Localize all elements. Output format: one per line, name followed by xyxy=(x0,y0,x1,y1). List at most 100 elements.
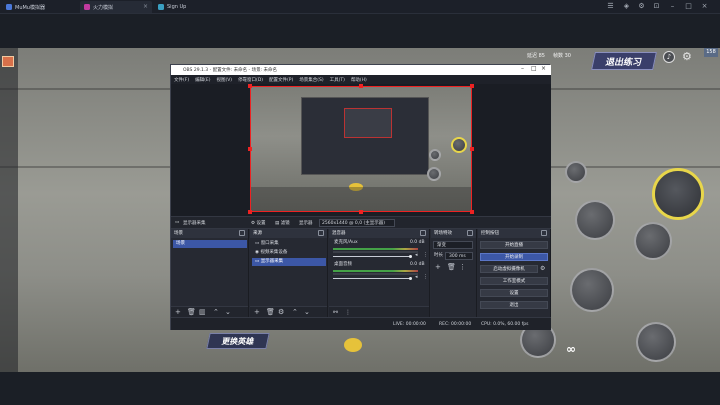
menu-docks[interactable]: 停靠窗口(D) xyxy=(238,77,263,83)
move-down-icon[interactable]: ⌄ xyxy=(304,308,310,317)
emote-button[interactable] xyxy=(565,161,587,183)
exit-practice-button[interactable]: 退出练习 xyxy=(591,52,657,70)
menu-icon[interactable]: ☰ xyxy=(606,2,615,11)
nested-attack-icon xyxy=(427,167,441,181)
trash-icon[interactable]: 🗑 xyxy=(447,263,456,272)
close-window-icon[interactable]: × xyxy=(700,2,709,11)
undock-icon[interactable] xyxy=(467,230,473,236)
menu-file[interactable]: 文件(F) xyxy=(174,77,189,83)
tab-game[interactable]: 火力模拟 × xyxy=(80,1,152,13)
duration-input[interactable]: 300 ms xyxy=(445,252,473,260)
volume-slider[interactable] xyxy=(333,256,411,257)
move-up-icon[interactable]: ⌃ xyxy=(292,308,298,317)
studio-mode-button[interactable]: 工作室模式 xyxy=(480,277,548,285)
menu-profile[interactable]: 配置文件(P) xyxy=(269,77,293,83)
obs-window[interactable]: OBS 29.1.3 - 配置文件: 未命名 - 场景: 未命名 – □ × 文… xyxy=(170,64,551,330)
nested-ult-icon xyxy=(451,137,467,153)
source-item[interactable]: ▭ 窗口采集 xyxy=(252,240,326,248)
undock-icon[interactable] xyxy=(541,230,547,236)
exit-practice-label: 退出练习 xyxy=(604,57,643,68)
minimize-icon[interactable]: – xyxy=(668,2,677,11)
dash-button[interactable] xyxy=(636,322,676,362)
pin-icon[interactable]: ⊡ xyxy=(652,2,661,11)
volume-knob[interactable] xyxy=(409,277,412,280)
tab-mumu[interactable]: MuMu模拟器 xyxy=(2,1,70,13)
mixer-channel-db: 0.0 dB xyxy=(410,262,425,267)
volume-meter xyxy=(333,270,418,272)
infinity-ammo: ∞ xyxy=(566,342,576,356)
source-item[interactable]: ▭ 显示器采集 xyxy=(252,258,326,266)
avatar[interactable] xyxy=(2,56,14,67)
close-icon[interactable]: × xyxy=(541,65,546,72)
trash-icon[interactable]: 🗑 xyxy=(187,308,196,317)
resize-handle[interactable] xyxy=(470,84,474,88)
gear-icon[interactable]: ⚙ xyxy=(278,308,284,317)
source-item-label: 显示器采集 xyxy=(260,259,284,264)
menu-edit[interactable]: 编辑(E) xyxy=(195,77,210,83)
resize-handle[interactable] xyxy=(359,210,363,214)
swap-hero-button[interactable]: 更换英雄 xyxy=(206,333,270,349)
display-select[interactable]: 2560x1440 @ 0,0 (主显示器) xyxy=(319,219,395,227)
menu-view[interactable]: 视图(V) xyxy=(216,77,232,83)
mic-icon[interactable]: ♪ xyxy=(663,51,675,63)
resize-handle[interactable] xyxy=(248,147,252,151)
more-icon[interactable]: ⋮ xyxy=(423,251,428,260)
resize-handle[interactable] xyxy=(470,210,474,214)
resize-handle[interactable] xyxy=(248,210,252,214)
more-icon[interactable]: ⋮ xyxy=(423,273,428,282)
speaker-icon[interactable]: ◂ xyxy=(415,273,418,282)
settings-button[interactable]: 设置 xyxy=(480,289,548,297)
undock-icon[interactable] xyxy=(420,230,426,236)
gamepad-icon[interactable]: ◈ xyxy=(622,2,631,11)
settings-icon[interactable]: ⚙ xyxy=(637,2,646,11)
source-item[interactable]: ◉ 视频采集设备 xyxy=(252,249,326,257)
resize-handle[interactable] xyxy=(248,84,252,88)
volume-slider[interactable] xyxy=(333,278,411,279)
nested-skill-icon xyxy=(429,149,441,161)
scene-item[interactable]: 场景 xyxy=(173,240,247,248)
skill-2-button[interactable] xyxy=(634,222,672,260)
nested-obs-preview xyxy=(301,97,429,175)
filters-button[interactable]: ▤ 滤镜 xyxy=(275,220,290,226)
volume-knob[interactable] xyxy=(409,255,412,258)
gear-icon[interactable]: ⚙ xyxy=(540,264,545,273)
start-virtual-camera-button[interactable]: 启动虚拟摄像机 xyxy=(480,265,538,273)
minimize-icon[interactable]: – xyxy=(521,65,524,72)
menu-tools[interactable]: 工具(T) xyxy=(330,77,345,83)
link-icon[interactable]: ⚯ xyxy=(333,308,338,317)
transition-select[interactable]: 渐变 xyxy=(433,241,473,249)
tab-signup[interactable]: Sign Up xyxy=(154,1,214,13)
undock-icon[interactable] xyxy=(318,230,324,236)
obs-title-bar[interactable]: OBS 29.1.3 - 配置文件: 未命名 - 场景: 未命名 – □ × xyxy=(171,65,551,75)
more-icon[interactable]: ⋮ xyxy=(345,308,351,317)
speaker-icon[interactable]: ◂ xyxy=(415,251,418,260)
resize-handle[interactable] xyxy=(359,84,363,88)
trash-icon[interactable]: 🗑 xyxy=(266,308,275,317)
add-icon[interactable]: + xyxy=(435,263,441,272)
exit-button[interactable]: 退出 xyxy=(480,301,548,309)
ultimate-button[interactable] xyxy=(652,168,704,220)
maximize-icon[interactable]: □ xyxy=(531,65,537,72)
menu-help[interactable]: 帮助(H) xyxy=(351,77,367,83)
skill-1-button[interactable] xyxy=(575,200,615,240)
menu-scene-collection[interactable]: 场景集合(S) xyxy=(299,77,323,83)
add-icon[interactable]: + xyxy=(175,308,181,317)
preview-canvas[interactable] xyxy=(250,86,472,212)
gear-icon[interactable]: ⚙ xyxy=(682,51,694,63)
start-recording-button[interactable]: 开始录制 xyxy=(480,253,548,261)
maximize-icon[interactable]: □ xyxy=(684,2,693,11)
undock-icon[interactable] xyxy=(239,230,245,236)
close-icon[interactable]: × xyxy=(143,3,148,10)
more-icon[interactable]: ⋮ xyxy=(459,263,466,272)
settings-button[interactable]: ⚙ 设置 xyxy=(251,220,265,226)
browser-tab-bar: MuMu模拟器 火力模拟 × Sign Up ☰ ◈ ⚙ ⊡ – □ × xyxy=(0,0,720,14)
filter-icon[interactable]: ▥ xyxy=(199,308,206,317)
add-icon[interactable]: + xyxy=(254,308,260,317)
attack-button[interactable] xyxy=(570,268,614,312)
transitions-header: 转场特效 xyxy=(431,229,476,238)
resize-handle[interactable] xyxy=(470,147,474,151)
start-streaming-button[interactable]: 开始直播 xyxy=(480,241,548,249)
move-down-icon[interactable]: ⌄ xyxy=(225,308,231,317)
scenes-title: 场景 xyxy=(174,231,183,236)
move-up-icon[interactable]: ⌃ xyxy=(213,308,219,317)
